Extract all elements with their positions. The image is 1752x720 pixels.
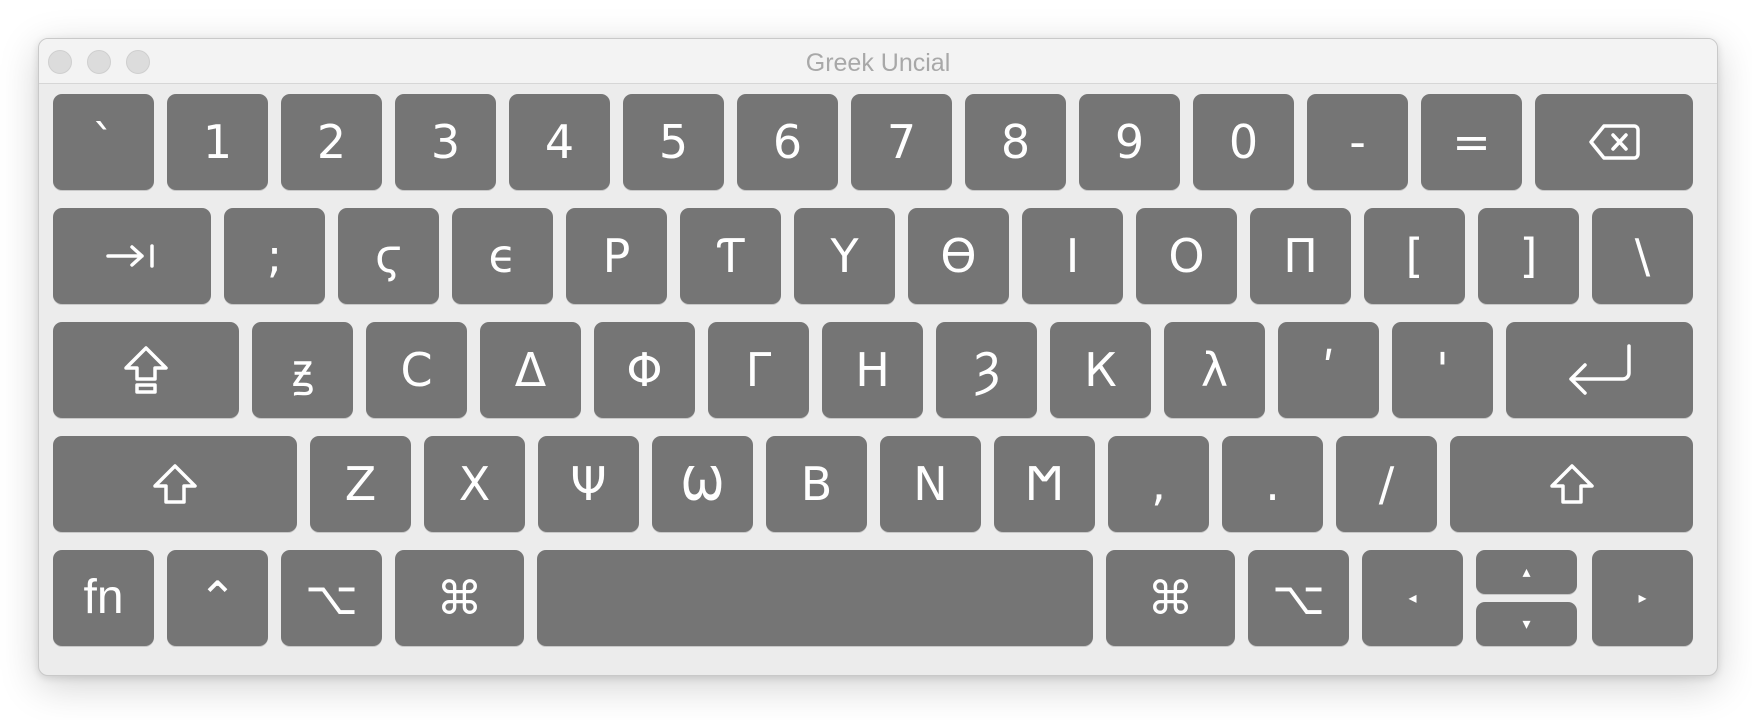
key-arrow-left[interactable]: ◂ (1362, 550, 1463, 646)
key-lambda[interactable]: λ (1164, 322, 1265, 418)
key-semicolon[interactable]: ; (224, 208, 325, 304)
key-omicron[interactable]: Ο (1136, 208, 1237, 304)
key-omega[interactable]: Ѡ (652, 436, 753, 532)
key-right-command[interactable]: ⌘ (1106, 550, 1235, 646)
return-icon (1565, 343, 1635, 397)
key-numeral-sign[interactable]: ʹ (1278, 322, 1379, 418)
key-chi[interactable]: Χ (424, 436, 525, 532)
key-upsilon[interactable]: Υ (794, 208, 895, 304)
key-delete[interactable] (1535, 94, 1693, 190)
key-apostrophe[interactable]: ' (1392, 322, 1493, 418)
caps-lock-icon (122, 345, 170, 395)
key-left-bracket[interactable]: [ (1364, 208, 1465, 304)
key-right-shift[interactable] (1450, 436, 1693, 532)
key-rho[interactable]: Ρ (566, 208, 667, 304)
key-4[interactable]: 4 (509, 94, 610, 190)
key-slash[interactable]: / (1336, 436, 1437, 532)
key-alpha[interactable]: ꙃ (252, 322, 353, 418)
key-control[interactable]: ⌃ (167, 550, 268, 646)
key-iota[interactable]: Ι (1022, 208, 1123, 304)
key-3[interactable]: 3 (395, 94, 496, 190)
window-title: Greek Uncial (805, 49, 951, 77)
key-6[interactable]: 6 (737, 94, 838, 190)
key-right-option[interactable]: ⌥ (1248, 550, 1349, 646)
key-fn[interactable]: fn (53, 550, 154, 646)
key-mu[interactable]: Ϻ (994, 436, 1095, 532)
key-nu[interactable]: N (880, 436, 981, 532)
key-backtick[interactable]: ` (53, 94, 154, 190)
tab-icon (106, 242, 158, 270)
key-8[interactable]: 8 (965, 94, 1066, 190)
key-theta[interactable]: Ѳ (908, 208, 1009, 304)
key-left-shift[interactable] (53, 436, 297, 532)
key-delta[interactable]: ᐃ (480, 322, 581, 418)
key-period[interactable]: . (1222, 436, 1323, 532)
key-tau[interactable]: Ƭ (680, 208, 781, 304)
key-arrow-up[interactable]: ▴ (1476, 550, 1577, 594)
key-5[interactable]: 5 (623, 94, 724, 190)
key-backslash[interactable]: \ (1592, 208, 1693, 304)
key-right-bracket[interactable]: ] (1478, 208, 1579, 304)
key-phi[interactable]: Φ (594, 322, 695, 418)
key-minus[interactable]: - (1307, 94, 1408, 190)
key-caps-lock[interactable] (53, 322, 239, 418)
key-beta[interactable]: В (766, 436, 867, 532)
key-left-command[interactable]: ⌘ (395, 550, 524, 646)
key-left-option[interactable]: ⌥ (281, 550, 382, 646)
key-1[interactable]: 1 (167, 94, 268, 190)
key-eta[interactable]: Н (822, 322, 923, 418)
key-comma[interactable]: , (1108, 436, 1209, 532)
shift-icon (1548, 463, 1596, 505)
key-psi[interactable]: Ψ (538, 436, 639, 532)
keyboard-viewer-window: Greek Uncial ` 1 2 3 4 5 6 7 8 9 0 - = ;… (38, 38, 1718, 676)
key-arrow-down[interactable]: ▾ (1476, 602, 1577, 646)
key-2[interactable]: 2 (281, 94, 382, 190)
key-7[interactable]: 7 (851, 94, 952, 190)
key-equals[interactable]: = (1421, 94, 1522, 190)
shift-icon (151, 463, 199, 505)
key-pi[interactable]: Π (1250, 208, 1351, 304)
title-bar: Greek Uncial (39, 39, 1717, 84)
key-zeta[interactable]: Ζ (310, 436, 411, 532)
key-xi[interactable]: Ȝ (936, 322, 1037, 418)
key-kappa[interactable]: К (1050, 322, 1151, 418)
key-epsilon[interactable]: ϵ (452, 208, 553, 304)
key-tab[interactable] (53, 208, 211, 304)
key-return[interactable] (1506, 322, 1693, 418)
key-arrow-right[interactable]: ▸ (1592, 550, 1693, 646)
key-gamma[interactable]: Γ (708, 322, 809, 418)
key-stigma[interactable]: ϛ (338, 208, 439, 304)
key-9[interactable]: 9 (1079, 94, 1180, 190)
key-space[interactable] (537, 550, 1093, 646)
key-sigma[interactable]: С (366, 322, 467, 418)
key-0[interactable]: 0 (1193, 94, 1294, 190)
delete-icon (1588, 122, 1640, 162)
